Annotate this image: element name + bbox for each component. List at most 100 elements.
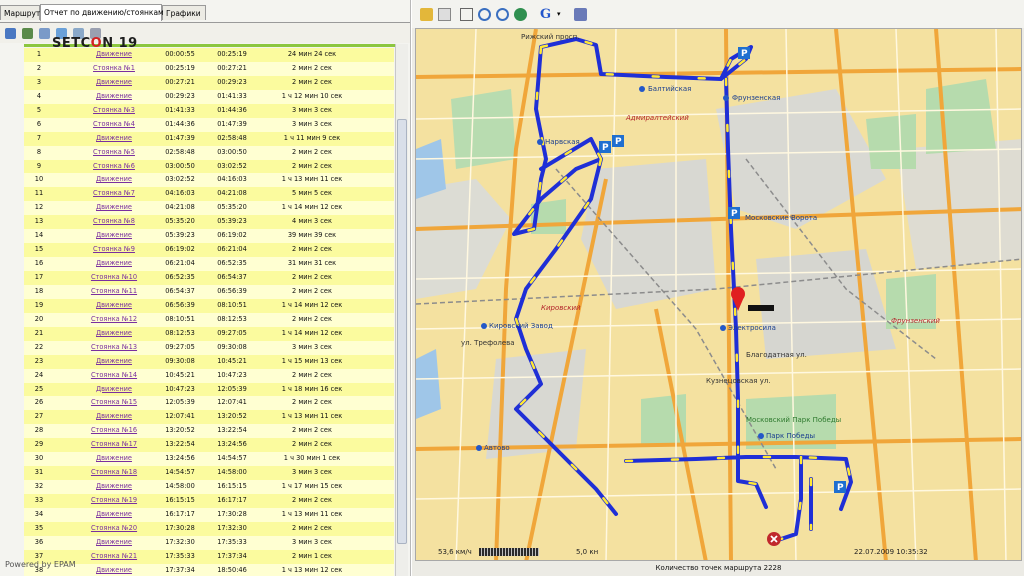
select-rect-icon[interactable] [460,8,473,21]
scrollbar-thumb[interactable] [397,119,407,544]
table-row[interactable]: 14 Движение 05:39:23 06:19:02 39 мин 39 сек [24,229,394,244]
table-row[interactable]: 26 Стоянка №15 12:05:39 12:07:41 2 мин 2 сек [24,396,394,411]
row-duration: 2 мин 2 сек [292,370,332,379]
table-row[interactable]: 9 Стоянка №6 03:00:50 03:02:52 2 мин 2 сек [24,159,394,174]
row-type-link[interactable]: Стоянка №8 [72,215,156,229]
print-icon[interactable] [5,28,16,39]
table-row[interactable]: 18 Стоянка №11 06:54:37 06:56:39 2 мин 2 сек [24,284,394,299]
row-type-link[interactable]: Стоянка №4 [72,118,156,132]
row-type-link[interactable]: Движение [72,480,156,494]
row-type-link[interactable]: Стоянка №9 [72,243,156,257]
row-type-link[interactable]: Движение [72,173,156,187]
row-type-link[interactable]: Стоянка №20 [72,522,156,536]
row-type-link[interactable]: Движение [72,383,156,397]
table-row[interactable]: 6 Стоянка №4 01:44:36 01:47:39 3 мин 3 сек [24,117,394,132]
row-type-link[interactable]: Движение [72,257,156,271]
route-map[interactable]: P P P P P Рижский просп. Балтийская Фрун… [415,28,1022,561]
table-row[interactable]: 34 Движение 16:17:17 17:30:28 1 ч 13 мин 11 … [24,507,394,522]
tab-movement-report[interactable]: Отчет по движению/стоянкам [40,4,164,21]
table-row[interactable]: 29 Стоянка №17 13:22:54 13:24:56 2 мин 2 сек [24,438,394,453]
row-type-link[interactable]: Движение [72,452,156,466]
table-row[interactable]: 35 Стоянка №20 17:30:28 17:32:30 2 мин 2 сек [24,521,394,536]
tab-route[interactable]: Маршрут [0,5,40,20]
row-type-link[interactable]: Движение [72,536,156,550]
table-row[interactable]: 25 Движение 10:47:23 12:05:39 1 ч 18 мин 16 … [24,382,394,397]
row-type-link[interactable]: Стоянка №10 [72,271,156,285]
table-row[interactable]: 30 Движение 13:24:56 14:54:57 1 ч 30 мин 1 с… [24,452,394,467]
row-end-time: 17:30:28 [217,509,247,518]
svg-text:P: P [615,137,622,147]
globe-icon[interactable] [514,8,527,21]
row-end-time: 13:24:56 [217,440,247,449]
table-row[interactable]: 36 Движение 17:32:30 17:35:33 3 мин 3 сек [24,535,394,550]
row-type-link[interactable]: Движение [72,201,156,215]
table-row[interactable]: 23 Движение 09:30:08 10:45:21 1 ч 15 мин 13 … [24,354,394,369]
zoom-in-icon[interactable] [478,8,491,21]
row-end-time: 06:52:35 [217,259,247,268]
table-row[interactable]: 8 Стоянка №5 02:58:48 03:00:50 2 мин 2 сек [24,145,394,160]
row-type-link[interactable]: Движение [72,564,156,576]
google-layer-icon[interactable]: G [540,8,553,21]
table-row[interactable]: 10 Движение 03:02:52 04:16:03 1 ч 13 мин 11 … [24,173,394,188]
table-row[interactable]: 31 Стоянка №18 14:54:57 14:58:00 3 мин 3 сек [24,466,394,481]
row-type-link[interactable]: Стоянка №13 [72,341,156,355]
table-row[interactable]: 37 Стоянка №21 17:35:33 17:37:34 2 мин 1 сек [24,549,394,564]
row-type-link[interactable]: Стоянка №14 [72,369,156,383]
row-type-link[interactable]: Стоянка №3 [72,104,156,118]
row-type-link[interactable]: Стоянка №15 [72,396,156,410]
table-row[interactable]: 17 Стоянка №10 06:52:35 06:54:37 2 мин 2 сек [24,271,394,285]
row-type-link[interactable]: Движение [72,76,156,90]
zoom-out-icon[interactable] [496,8,509,21]
table-row[interactable]: 33 Стоянка №19 16:15:15 16:17:17 2 мин 2 сек [24,494,394,508]
table-row[interactable]: 20 Стоянка №12 08:10:51 08:12:53 2 мин 2 сек [24,312,394,327]
row-start-time: 05:35:20 [165,217,195,226]
table-row[interactable]: 28 Стоянка №16 13:20:52 13:22:54 2 мин 2 сек [24,424,394,439]
layers-icon[interactable] [574,8,587,21]
table-row[interactable]: 19 Движение 06:56:39 08:10:51 1 ч 14 мин 12 … [24,298,394,313]
row-type-link[interactable]: Движение [72,90,156,104]
table-row[interactable]: 5 Стоянка №3 01:41:33 01:44:36 3 мин 3 сек [24,103,394,118]
row-duration: 2 мин 2 сек [292,440,332,449]
table-row[interactable]: 13 Стоянка №8 05:35:20 05:39:23 4 мин 3 сек [24,215,394,230]
table-row[interactable]: 38 Движение 17:37:34 18:50:46 1 ч 13 мин 12 … [24,563,394,576]
table-row[interactable]: 22 Стоянка №13 09:27:05 09:30:08 3 мин 3 сек [24,340,394,355]
tab-charts[interactable]: Графики [162,5,206,20]
table-row[interactable]: 21 Движение 08:12:53 09:27:05 1 ч 14 мин 12 … [24,326,394,341]
row-type-link[interactable]: Движение [72,132,156,146]
row-type-link[interactable]: Стоянка №7 [72,187,156,201]
open-folder-icon[interactable] [420,8,433,21]
table-row[interactable]: 4 Движение 00:29:23 01:41:33 1 ч 12 мин 10 с… [24,89,394,104]
pan-hand-icon[interactable] [438,8,451,21]
table-row[interactable]: 16 Движение 06:21:04 06:52:35 31 мин 31 сек [24,257,394,271]
row-type-link[interactable]: Стоянка №1 [72,62,156,76]
row-type-link[interactable]: Стоянка №6 [72,160,156,174]
table-row[interactable]: 32 Движение 14:58:00 16:15:15 1 ч 17 мин 15 … [24,480,394,494]
row-type-link[interactable]: Движение [72,299,156,313]
row-type-link[interactable]: Движение [72,229,156,243]
table-row[interactable]: 12 Движение 04:21:08 05:35:20 1 ч 14 мин 12 … [24,201,394,216]
row-type-link[interactable]: Стоянка №12 [72,313,156,327]
row-type-link[interactable]: Стоянка №21 [72,550,156,564]
row-type-link[interactable]: Стоянка №5 [72,146,156,160]
row-type-link[interactable]: Стоянка №11 [72,285,156,299]
table-row[interactable]: 2 Стоянка №1 00:25:19 00:27:21 2 мин 2 сек [24,61,394,76]
row-type-link[interactable]: Стоянка №18 [72,466,156,480]
row-type-link[interactable]: Движение [72,410,156,424]
row-type-link[interactable]: Стоянка №19 [72,494,156,508]
table-row[interactable]: 3 Движение 00:27:21 00:29:23 2 мин 2 сек [24,75,394,90]
table-row[interactable]: 27 Движение 12:07:41 13:20:52 1 ч 13 мин 11 … [24,410,394,425]
copy-icon[interactable] [39,28,50,39]
row-type-link[interactable]: Движение [72,355,156,369]
row-type-link[interactable]: Стоянка №17 [72,438,156,452]
table-scrollbar[interactable] [395,44,408,576]
row-type-link[interactable]: Движение [72,327,156,341]
table-row[interactable]: 11 Стоянка №7 04:16:03 04:21:08 5 мин 5 сек [24,187,394,202]
table-row[interactable]: 7 Движение 01:47:39 02:58:48 1 ч 11 мин 9 се… [24,131,394,146]
chevron-down-icon[interactable]: ▾ [557,8,563,21]
row-type-link[interactable]: Движение [72,508,156,522]
table-row[interactable]: 15 Стоянка №9 06:19:02 06:21:04 2 мин 2 сек [24,243,394,258]
row-end-time: 03:00:50 [217,147,247,156]
row-type-link[interactable]: Стоянка №16 [72,424,156,438]
export-icon[interactable] [22,28,33,39]
table-row[interactable]: 24 Стоянка №14 10:45:21 10:47:23 2 мин 2 сек [24,368,394,383]
